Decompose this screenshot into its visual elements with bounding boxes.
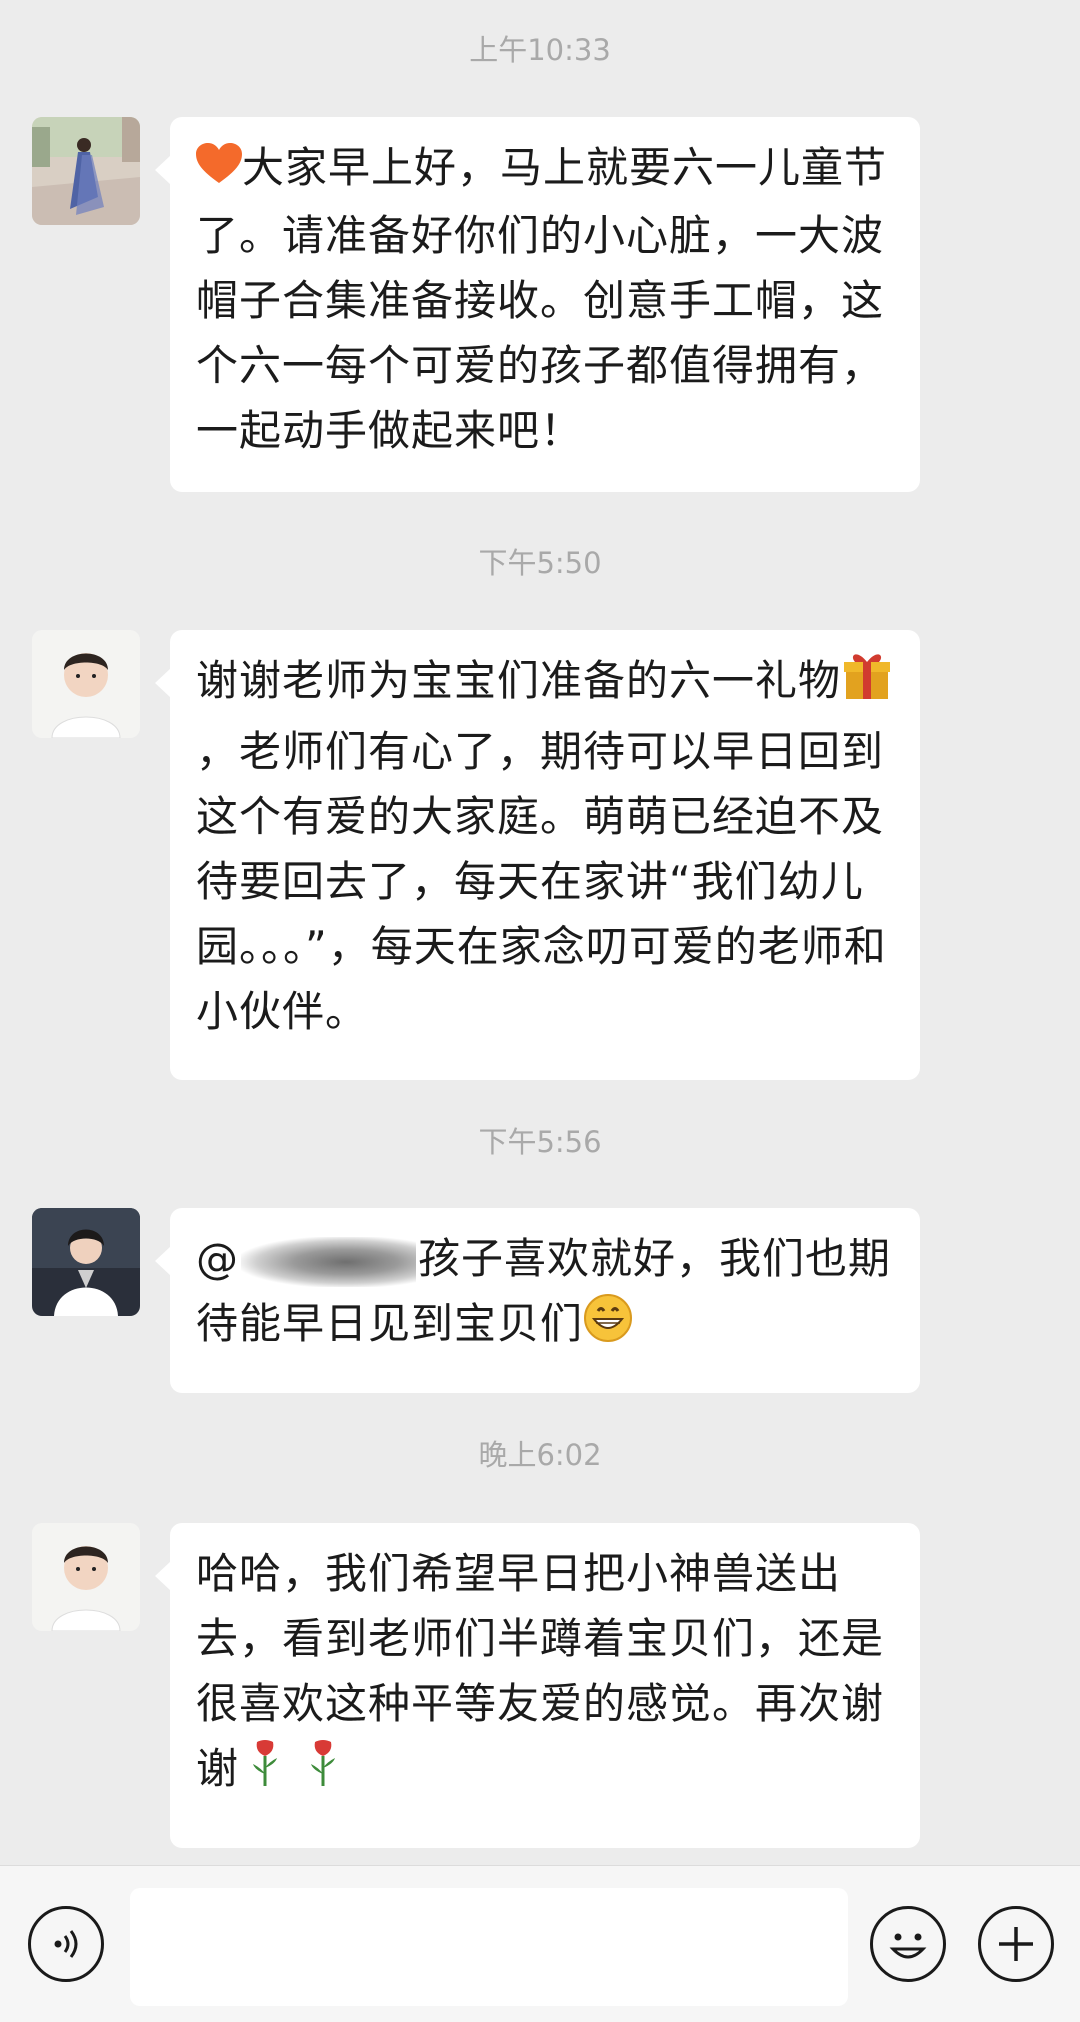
grin-icon <box>583 1293 633 1361</box>
redacted-mention <box>241 1236 416 1287</box>
message-text: 哈哈，我们希望早日把小神兽送出去，看到老师们半蹲着宝贝们，还是很喜欢这种平等友爱… <box>196 1549 885 1793</box>
message-bubble[interactable]: 谢谢老师为宝宝们准备的六一礼物 ，老师们有心了，期待可以早日回到这个有爱的大家庭… <box>155 630 920 1080</box>
message-text: 大家早上好，马上就要六一儿童节了。请准备好你们的小心脏，一大波帽子合集准备接收。… <box>196 143 888 455</box>
timestamp: 下午5:50 <box>478 546 602 580</box>
avatar[interactable] <box>32 1208 140 1316</box>
timestamp: 上午10:33 <box>469 33 611 67</box>
timestamp: 下午5:56 <box>478 1125 602 1159</box>
avatar[interactable] <box>32 1523 140 1631</box>
gift-icon <box>841 649 893 719</box>
avatar[interactable] <box>32 117 140 225</box>
mention-at: @ <box>196 1234 239 1283</box>
orange-heart-icon <box>196 138 242 203</box>
voice-icon[interactable] <box>28 1906 104 1982</box>
message-input[interactable] <box>130 1888 848 2006</box>
avatar[interactable] <box>32 630 140 738</box>
plus-icon[interactable] <box>978 1906 1054 1982</box>
message-bubble[interactable]: 哈哈，我们希望早日把小神兽送出去，看到老师们半蹲着宝贝们，还是很喜欢这种平等友爱… <box>155 1523 920 1848</box>
message-bubble[interactable]: @ 孩子喜欢就好，我们也期待能早日见到宝贝们 <box>155 1208 920 1393</box>
input-bar <box>0 1865 1080 2022</box>
rose-icon <box>303 1738 343 1806</box>
message-text: 谢谢老师为宝宝们准备的六一礼物 <box>196 656 842 705</box>
emoji-face-icon[interactable] <box>870 1906 946 1982</box>
rose-icon <box>245 1738 285 1806</box>
timestamp: 晚上6:02 <box>478 1438 602 1472</box>
chat-area[interactable]: 上午10:33 大家早上好，马上就要六一儿童节了。请准备好你们的小心脏，一大波帽… <box>0 0 1080 1865</box>
message-text: ，老师们有心了，期待可以早日回到这个有爱的大家庭。萌萌已经迫不及待要回去了，每天… <box>196 726 887 1036</box>
message-bubble[interactable]: 大家早上好，马上就要六一儿童节了。请准备好你们的小心脏，一大波帽子合集准备接收。… <box>155 117 920 492</box>
